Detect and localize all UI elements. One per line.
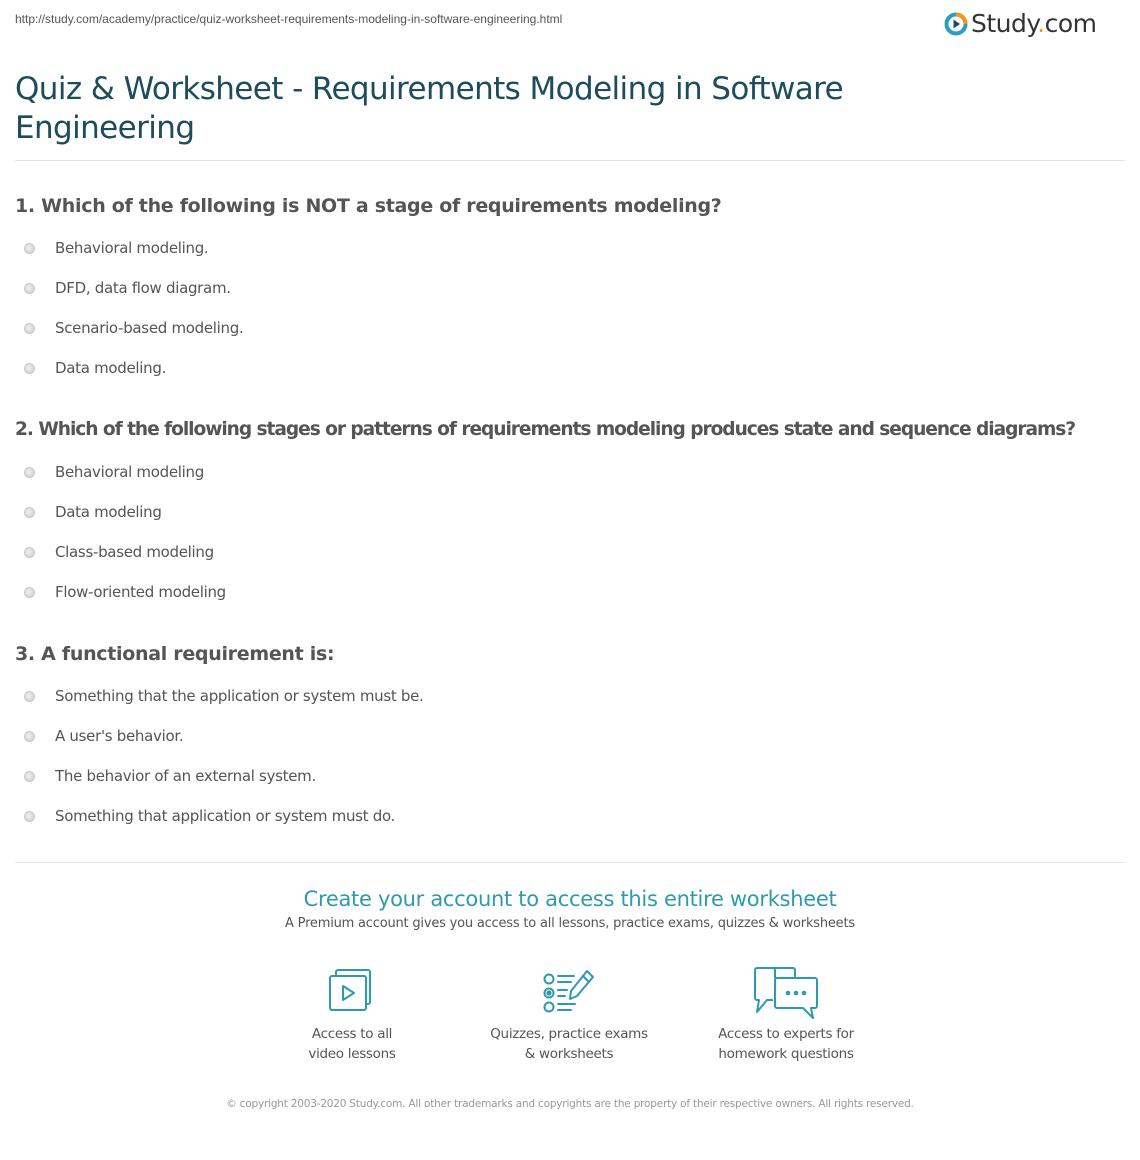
- radio-button[interactable]: [24, 322, 35, 334]
- answer-option[interactable]: Scenario-based modeling.: [15, 308, 1125, 348]
- radio-button[interactable]: [24, 546, 35, 558]
- answer-label: Data modeling.: [55, 359, 167, 377]
- feature-label-line: video lessons: [308, 1046, 396, 1062]
- radio-button[interactable]: [24, 282, 35, 294]
- radio-button[interactable]: [24, 242, 35, 254]
- logo-dot: .: [1037, 9, 1045, 38]
- study-logo[interactable]: Study.com: [944, 8, 1097, 40]
- answer-label: DFD, data flow diagram.: [55, 279, 231, 297]
- quiz-checklist-icon: [543, 970, 594, 1013]
- feature-label-line: Access to experts for: [718, 1026, 854, 1042]
- logo-name: Study: [971, 9, 1038, 38]
- answer-options: Something that the application or system…: [15, 676, 1125, 836]
- radio-button[interactable]: [24, 466, 35, 478]
- answer-label: Scenario-based modeling.: [55, 319, 244, 337]
- radio-button[interactable]: [24, 810, 35, 822]
- feature-label: Quizzes, practice exams & worksheets: [469, 1024, 669, 1064]
- radio-button[interactable]: [24, 362, 35, 374]
- answer-label: The behavior of an external system.: [55, 767, 316, 785]
- feature-video-lessons: Access to all video lessons: [252, 966, 452, 1064]
- answer-options: Behavioral modeling. DFD, data flow diag…: [15, 228, 1125, 388]
- feature-label: Access to experts for homework questions: [686, 1024, 886, 1064]
- play-circle-icon: [944, 12, 968, 36]
- feature-label-line: Access to all: [311, 1026, 393, 1042]
- answer-option[interactable]: Data modeling: [15, 492, 1125, 532]
- answer-option[interactable]: Something that the application or system…: [15, 676, 1125, 716]
- radio-button[interactable]: [24, 506, 35, 518]
- answer-option[interactable]: Flow-oriented modeling: [15, 572, 1125, 612]
- radio-button[interactable]: [24, 770, 35, 782]
- cta-title-link[interactable]: Create your account to access this entir…: [0, 884, 1140, 914]
- answer-option[interactable]: Behavioral modeling.: [15, 228, 1125, 268]
- answer-option[interactable]: DFD, data flow diagram.: [15, 268, 1125, 308]
- answer-label: Behavioral modeling.: [55, 239, 209, 257]
- feature-label-line: homework questions: [718, 1046, 854, 1062]
- section-divider: [15, 862, 1125, 863]
- premium-features: Access to all video lessons Quizzes, pra…: [0, 966, 1140, 1076]
- answer-label: Flow-oriented modeling: [55, 583, 226, 601]
- chat-bubbles-icon: [754, 967, 818, 1019]
- answer-option[interactable]: Behavioral modeling: [15, 452, 1125, 492]
- answer-option[interactable]: Something that application or system mus…: [15, 796, 1125, 836]
- answer-label: Data modeling: [55, 503, 162, 521]
- answer-label: Something that the application or system…: [55, 687, 424, 705]
- answer-label: Class-based modeling: [55, 543, 214, 561]
- page-title: Quiz & Worksheet - Requirements Modeling…: [15, 71, 844, 146]
- question-text: 2. Which of the following stages or patt…: [15, 419, 1076, 440]
- feature-experts: Access to experts for homework questions: [686, 966, 886, 1064]
- answer-options: Behavioral modeling Data modeling Class-…: [15, 452, 1125, 612]
- question-3: 3. A functional requirement is: Somethin…: [15, 640, 1125, 836]
- radio-button[interactable]: [24, 586, 35, 598]
- radio-button[interactable]: [24, 690, 35, 702]
- logo-wordmark: Study.com: [971, 8, 1097, 40]
- answer-label: A user's behavior.: [55, 727, 184, 745]
- answer-label: Something that application or system mus…: [55, 807, 396, 825]
- logo-tld: com: [1044, 9, 1097, 38]
- cta-subtitle: A Premium account gives you access to al…: [285, 916, 855, 931]
- answer-option[interactable]: Class-based modeling: [15, 532, 1125, 572]
- answer-label: Behavioral modeling: [55, 463, 204, 481]
- question-text: 1. Which of the following is NOT a stage…: [15, 195, 722, 217]
- question-1: 1. Which of the following is NOT a stage…: [15, 192, 1125, 388]
- video-lessons-icon: [329, 969, 371, 1011]
- feature-label-line: Quizzes, practice exams: [490, 1026, 648, 1042]
- question-2: 2. Which of the following stages or patt…: [15, 416, 1125, 612]
- question-text: 3. A functional requirement is:: [15, 643, 335, 665]
- answer-option[interactable]: A user's behavior.: [15, 716, 1125, 756]
- title-divider: [15, 160, 1125, 161]
- page-url: http://study.com/academy/practice/quiz-w…: [15, 12, 563, 26]
- feature-quizzes: Quizzes, practice exams & worksheets: [469, 966, 669, 1064]
- signup-cta: Create your account to access this entir…: [0, 884, 1140, 934]
- answer-option[interactable]: Data modeling.: [15, 348, 1125, 388]
- answer-option[interactable]: The behavior of an external system.: [15, 756, 1125, 796]
- radio-button[interactable]: [24, 730, 35, 742]
- feature-label-line: & worksheets: [524, 1046, 614, 1062]
- copyright-footer: © copyright 2003-2020 Study.com. All oth…: [226, 1098, 914, 1110]
- feature-label: Access to all video lessons: [252, 1024, 452, 1064]
